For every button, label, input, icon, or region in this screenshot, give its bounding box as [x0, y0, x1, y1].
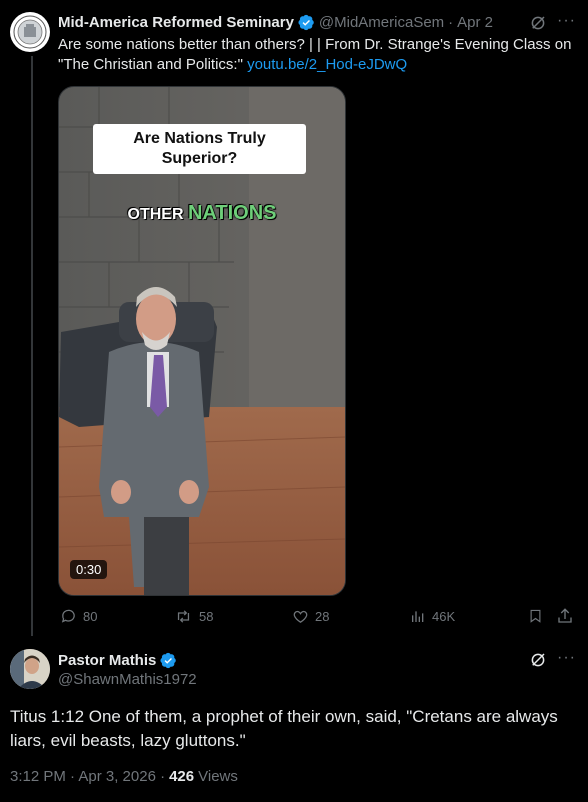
author-handle[interactable]: @MidAmericaSem [319, 14, 444, 31]
author-handle[interactable]: @ShawnMathis1972 [58, 671, 197, 688]
video-duration-badge: 0:30 [70, 560, 108, 579]
reply-count: 80 [83, 609, 98, 624]
tweet-header: Mid-America Reformed Seminary @MidAmeric… [58, 12, 493, 32]
tweet-text: Titus 1:12 One of them, a prophet of the… [10, 707, 558, 750]
like-count: 28 [315, 609, 330, 624]
repost-count: 58 [199, 609, 214, 624]
video-caption: OTHER NATIONS [59, 202, 345, 225]
tweet-timestamp[interactable]: 3:12 PM · Apr 3, 2026 · [10, 768, 165, 785]
separator-dot: · [448, 13, 454, 31]
grok-icon[interactable] [529, 651, 547, 669]
video-title-text: Are Nations Truly Superior? [133, 130, 266, 167]
views-button[interactable]: 46K [410, 608, 455, 624]
tweet-metadata: 3:12 PM · Apr 3, 2026 · 426 Views [10, 768, 238, 785]
reply-button[interactable]: 80 [60, 608, 97, 625]
more-options-icon[interactable]: ··· [557, 12, 576, 30]
views-label: Views [198, 768, 238, 785]
reply-icon [61, 609, 75, 623]
verified-badge-icon [298, 14, 314, 30]
avatar[interactable] [10, 649, 50, 689]
caption-word-nations: NATIONS [187, 202, 277, 224]
seminary-seal-icon [11, 13, 49, 51]
avatar[interactable] [10, 12, 50, 52]
repost-button[interactable]: 58 [174, 608, 213, 625]
author-name[interactable]: Mid-America Reformed Seminary [58, 14, 294, 31]
more-options-icon[interactable]: ··· [557, 649, 576, 667]
profile-photo [10, 649, 50, 689]
view-count: 426 [169, 768, 195, 785]
caption-word-other: OTHER [127, 206, 184, 223]
verified-badge-icon [160, 652, 177, 668]
video-link[interactable]: youtu.be/2_Hod-eJDwQ [247, 56, 407, 73]
like-button[interactable]: 28 [292, 608, 329, 625]
video-duration: 0:30 [76, 562, 102, 577]
thread-connector-line [31, 56, 33, 636]
tweet-header: Pastor Mathis [58, 650, 181, 670]
author-name[interactable]: Pastor Mathis [58, 652, 156, 669]
view-count: 46K [432, 608, 456, 624]
heart-icon [293, 610, 308, 623]
tweet-date[interactable]: Apr 2 [457, 14, 493, 31]
video-title-card: Are Nations Truly Superior? [93, 124, 306, 174]
share-icon[interactable] [556, 607, 574, 625]
grok-icon[interactable] [529, 14, 547, 32]
video-player[interactable]: Are Nations Truly Superior? OTHER NATION… [58, 86, 346, 596]
bookmark-icon[interactable] [528, 607, 543, 625]
repost-icon [177, 610, 190, 623]
tweet-text: Are some nations better than others? | |… [58, 35, 578, 75]
analytics-icon [412, 611, 424, 622]
